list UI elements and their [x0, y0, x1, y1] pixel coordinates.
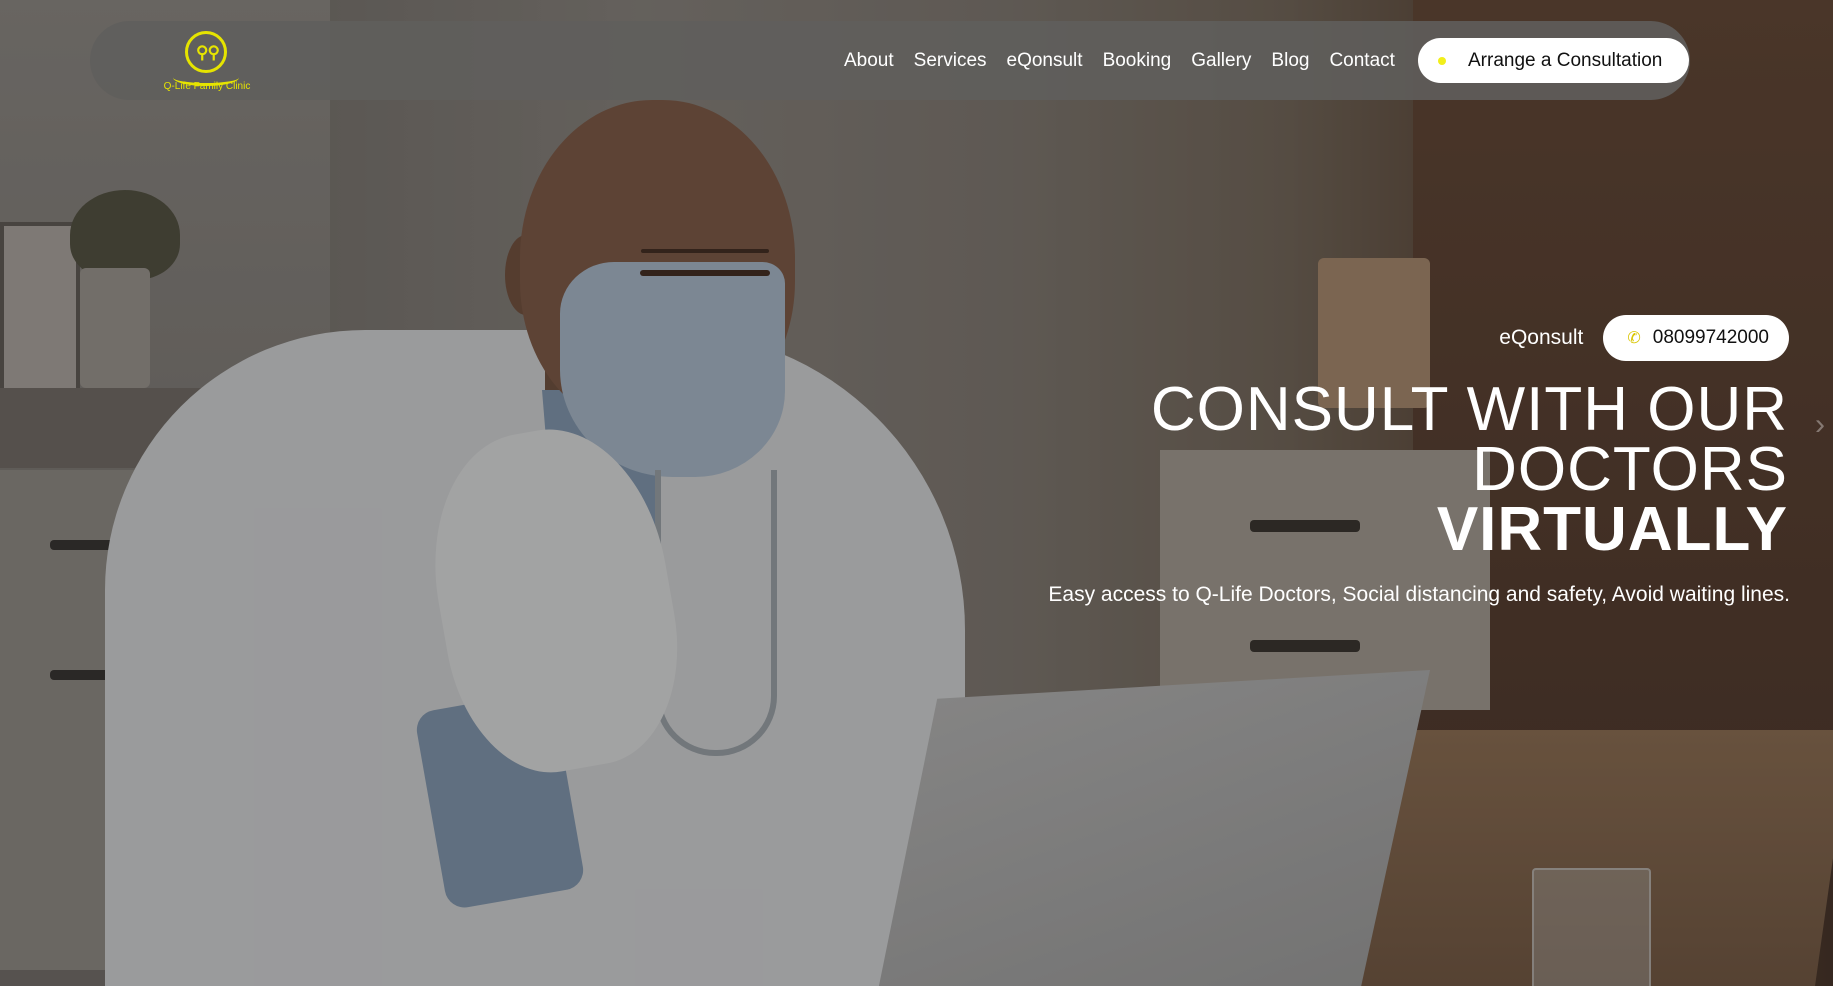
top-navbar: ⚲⚲ Q-Life Family Clinic About Services e…	[90, 21, 1690, 100]
logo-text: Q-Life Family Clinic	[163, 81, 251, 92]
phone-icon: ✆	[1627, 330, 1641, 347]
eqonsult-link[interactable]: eQonsult	[1499, 326, 1583, 350]
clinic-logo[interactable]: ⚲⚲ Q-Life Family Clinic	[147, 29, 267, 95]
nav-services[interactable]: Services	[904, 21, 997, 100]
family-icon: ⚲⚲	[196, 43, 220, 62]
hero-actions: eQonsult ✆ 08099742000	[1499, 315, 1789, 361]
phone-button[interactable]: ✆ 08099742000	[1603, 315, 1789, 361]
dot-icon	[1438, 56, 1446, 65]
hero-headline: CONSULT WITH OUR DOCTORS VIRTUALLY	[1150, 375, 1788, 564]
nav-about[interactable]: About	[834, 21, 904, 100]
nav-blog[interactable]: Blog	[1261, 21, 1319, 100]
phone-number: 08099742000	[1652, 327, 1769, 348]
arrange-consultation-button[interactable]: Arrange a Consultation	[1418, 38, 1689, 83]
nav-booking[interactable]: Booking	[1093, 21, 1182, 100]
nav-contact[interactable]: Contact	[1319, 21, 1404, 100]
headline-line-3: VIRTUALLY	[1436, 495, 1788, 564]
headline-line-1: CONSULT WITH OUR	[1150, 375, 1788, 444]
hero-tagline: Easy access to Q-Life Doctors, Social di…	[1048, 583, 1790, 606]
slider-next-arrow[interactable]: ›	[1815, 408, 1833, 444]
headline-line-2: DOCTORS	[1472, 435, 1788, 504]
nav-eqonsult[interactable]: eQonsult	[997, 21, 1093, 100]
nav-gallery[interactable]: Gallery	[1181, 21, 1261, 100]
main-menu: About Services eQonsult Booking Gallery …	[834, 21, 1405, 100]
cta-label: Arrange a Consultation	[1468, 49, 1663, 71]
